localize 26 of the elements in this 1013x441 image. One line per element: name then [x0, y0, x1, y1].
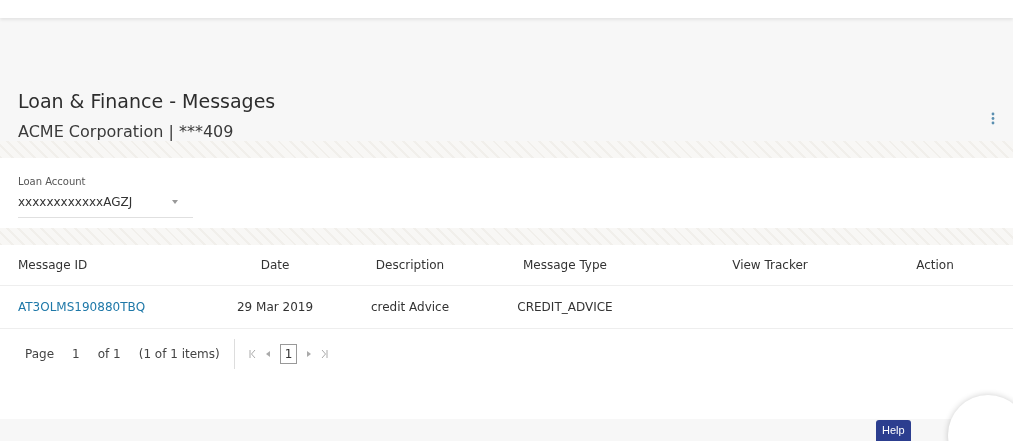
table-cell: 29 Mar 2019 — [236, 300, 314, 314]
column-header: Description — [375, 258, 445, 272]
column-header: Date — [260, 258, 290, 272]
page-button[interactable]: 1 — [279, 344, 298, 364]
page-count: of 1 — [97, 347, 121, 361]
page-title: Loan & Finance - Messages — [18, 90, 276, 112]
last-page-icon[interactable] — [321, 350, 329, 358]
message-id-link[interactable]: AT3OLMS190880TBQ — [0, 300, 146, 314]
first-page-icon[interactable] — [248, 350, 256, 358]
column-header: Action — [916, 258, 954, 272]
next-page-icon[interactable] — [307, 351, 312, 357]
column-header: Message Type — [523, 258, 607, 272]
page-number: 1 — [72, 347, 80, 361]
column-header: Message ID — [18, 258, 88, 272]
column-header: View Tracker — [732, 258, 808, 272]
page-subtitle: ACME Corporation | ***409 — [18, 122, 235, 141]
loan-account-dropdown[interactable]: xxxxxxxxxxxxAGZJ — [18, 187, 193, 218]
table-cell: CREDIT_ADVICE — [517, 300, 613, 314]
help-button[interactable]: Help — [876, 420, 911, 441]
page-label: Page — [25, 347, 55, 361]
caret-icon — [172, 200, 179, 204]
previous-page-icon[interactable] — [265, 351, 270, 357]
field-label: Loan Account — [18, 176, 87, 187]
items-summary: (1 of 1 items) — [138, 347, 220, 361]
more-options-icon[interactable] — [991, 112, 995, 125]
table-cell: credit Advice — [370, 300, 450, 314]
